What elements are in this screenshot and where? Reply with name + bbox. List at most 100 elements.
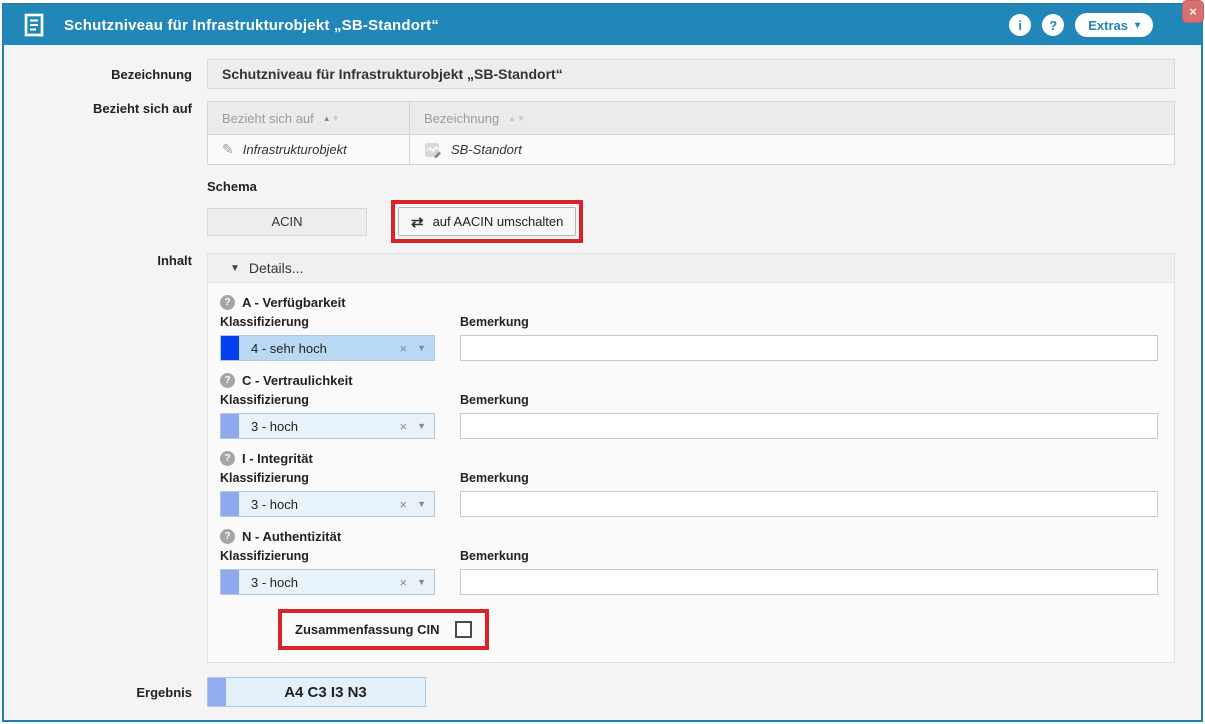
dialog-titlebar: Schutzniveau für Infrastrukturobjekt „SB… [4, 5, 1201, 45]
sort-asc-icon[interactable]: ▲ [323, 114, 331, 123]
close-button[interactable]: × [1182, 0, 1204, 23]
ergebnis-row: Ergebnis A4 C3 I3 N3 [4, 677, 1201, 707]
cell-objekt-name: SB-Standort [410, 135, 1174, 164]
level-color-swatch [221, 492, 239, 516]
dropdown-arrow-icon[interactable]: ▼ [417, 343, 426, 353]
sort-icons: ▲▼ [508, 114, 525, 123]
level-color-swatch [221, 414, 239, 438]
section-title: A - Verfügbarkeit [242, 295, 346, 310]
question-icon[interactable]: ? [220, 529, 235, 544]
schema-field: ACIN [207, 208, 367, 236]
inhalt-row: Inhalt ▼ Details... ? A - Verfügbarkeit … [4, 253, 1201, 663]
klassifizierung-select-i[interactable]: 3 - hoch × ▼ [220, 491, 435, 517]
dropdown-arrow-icon[interactable]: ▼ [417, 499, 426, 509]
column-header-bezeichnung[interactable]: Bezeichnung ▲▼ [410, 102, 1174, 134]
highlight-box-schema-switch: ⇄ auf AACIN umschalten [391, 200, 583, 243]
help-icon: ? [1049, 18, 1057, 33]
close-icon: × [1189, 5, 1197, 18]
sort-icons: ▲▼ [323, 114, 340, 123]
klassifizierung-label: Klassifizierung [220, 393, 460, 407]
section-vertraulichkeit: ? C - Vertraulichkeit Klassifizierung 3 … [220, 373, 1174, 439]
form-content: Bezeichnung Schutzniveau für Infrastrukt… [4, 45, 1201, 707]
document-icon [24, 13, 44, 38]
sort-desc-icon[interactable]: ▼ [332, 114, 340, 123]
bemerkung-label: Bemerkung [460, 549, 1158, 563]
extras-button[interactable]: Extras ▾ [1075, 13, 1153, 37]
bezeichnung-field: Schutzniveau für Infrastrukturobjekt „SB… [207, 59, 1175, 89]
schema-row: Schema ACIN ⇄ auf AACIN umschalten [4, 179, 1201, 243]
bemerkung-input-n[interactable] [460, 569, 1158, 595]
sort-asc-icon[interactable]: ▲ [508, 114, 516, 123]
schema-label: Schema [207, 179, 583, 194]
transfer-icon: ⇄ [411, 213, 424, 231]
schema-group: Schema ACIN ⇄ auf AACIN umschalten [207, 179, 583, 243]
reference-table-header: Bezieht sich auf ▲▼ Bezeichnung ▲▼ [208, 102, 1174, 134]
titlebar-actions: i ? Extras ▾ [1009, 13, 1153, 37]
column-header-label: Bezieht sich auf [222, 111, 314, 126]
collapse-caret-icon: ▼ [230, 263, 240, 274]
objekt-typ-value: Infrastrukturobjekt [243, 142, 347, 157]
details-toggle[interactable]: ▼ Details... [208, 254, 1174, 283]
details-panel: ▼ Details... ? A - Verfügbarkeit Klassif… [207, 253, 1175, 663]
klassifizierung-label: Klassifizierung [220, 315, 460, 329]
klassifizierung-select-c[interactable]: 3 - hoch × ▼ [220, 413, 435, 439]
klassifizierung-value: 4 - sehr hoch [239, 341, 399, 356]
bemerkung-input-a[interactable] [460, 335, 1158, 361]
column-header-label: Bezeichnung [424, 111, 499, 126]
dialog-title: Schutzniveau für Infrastrukturobjekt „SB… [64, 17, 439, 34]
clear-icon[interactable]: × [399, 419, 407, 434]
question-icon[interactable]: ? [220, 451, 235, 466]
bezeichnung-label: Bezeichnung [4, 67, 207, 82]
help-button[interactable]: ? [1042, 14, 1064, 36]
ergebnis-field: A4 C3 I3 N3 [207, 677, 426, 707]
klassifizierung-select-a[interactable]: 4 - sehr hoch × ▼ [220, 335, 435, 361]
schema-switch-button[interactable]: ⇄ auf AACIN umschalten [398, 207, 576, 236]
ergebnis-value: A4 C3 I3 N3 [226, 684, 425, 701]
klassifizierung-value: 3 - hoch [239, 497, 399, 512]
reference-table: Bezieht sich auf ▲▼ Bezeichnung ▲▼ ✎ Inf… [207, 101, 1175, 165]
dropdown-arrow-icon[interactable]: ▼ [417, 421, 426, 431]
details-label: Details... [249, 260, 303, 276]
question-icon[interactable]: ? [220, 373, 235, 388]
sort-desc-icon[interactable]: ▼ [517, 114, 525, 123]
question-icon[interactable]: ? [220, 295, 235, 310]
level-color-swatch [221, 570, 239, 594]
dialog-window: Schutzniveau für Infrastrukturobjekt „SB… [2, 3, 1203, 722]
section-integritaet: ? I - Integrität Klassifizierung 3 - hoc… [220, 451, 1174, 517]
bemerkung-label: Bemerkung [460, 393, 1158, 407]
level-color-swatch [221, 336, 239, 360]
klassifizierung-value: 3 - hoch [239, 575, 399, 590]
bemerkung-input-i[interactable] [460, 491, 1158, 517]
column-header-bezieht-sich-auf[interactable]: Bezieht sich auf ▲▼ [208, 102, 410, 134]
info-icon: i [1018, 18, 1022, 33]
pencil-icon: ✎ [222, 141, 234, 158]
clear-icon[interactable]: × [399, 497, 407, 512]
bezeichnung-row: Bezeichnung Schutzniveau für Infrastrukt… [4, 59, 1201, 89]
extras-label: Extras [1088, 18, 1128, 33]
zusammenfassung-label: Zusammenfassung CIN [295, 622, 439, 637]
result-color-swatch [208, 678, 226, 706]
dropdown-arrow-icon[interactable]: ▼ [417, 577, 426, 587]
table-row[interactable]: ✎ Infrastrukturobjekt SB-Standort [208, 134, 1174, 164]
zusammenfassung-checkbox[interactable] [455, 621, 472, 638]
section-verfuegbarkeit: ? A - Verfügbarkeit Klassifizierung 4 - … [220, 295, 1174, 361]
bezieht-row: Bezieht sich auf Bezieht sich auf ▲▼ Bez… [4, 101, 1201, 165]
highlight-box-zusammenfassung: Zusammenfassung CIN [278, 609, 489, 650]
info-button[interactable]: i [1009, 14, 1031, 36]
klassifizierung-select-n[interactable]: 3 - hoch × ▼ [220, 569, 435, 595]
klassifizierung-label: Klassifizierung [220, 549, 460, 563]
bemerkung-label: Bemerkung [460, 315, 1158, 329]
bemerkung-input-c[interactable] [460, 413, 1158, 439]
clear-icon[interactable]: × [399, 341, 407, 356]
object-edit-icon [424, 141, 442, 159]
section-authentizitaet: ? N - Authentizität Klassifizierung 3 - … [220, 529, 1174, 595]
klassifizierung-label: Klassifizierung [220, 471, 460, 485]
cell-objekt-typ: ✎ Infrastrukturobjekt [208, 135, 410, 164]
inhalt-label: Inhalt [4, 253, 207, 663]
chevron-down-icon: ▾ [1135, 20, 1140, 31]
ergebnis-label: Ergebnis [4, 685, 207, 700]
clear-icon[interactable]: × [399, 575, 407, 590]
schema-switch-label: auf AACIN umschalten [433, 214, 564, 229]
section-title: N - Authentizität [242, 529, 341, 544]
bemerkung-label: Bemerkung [460, 471, 1158, 485]
